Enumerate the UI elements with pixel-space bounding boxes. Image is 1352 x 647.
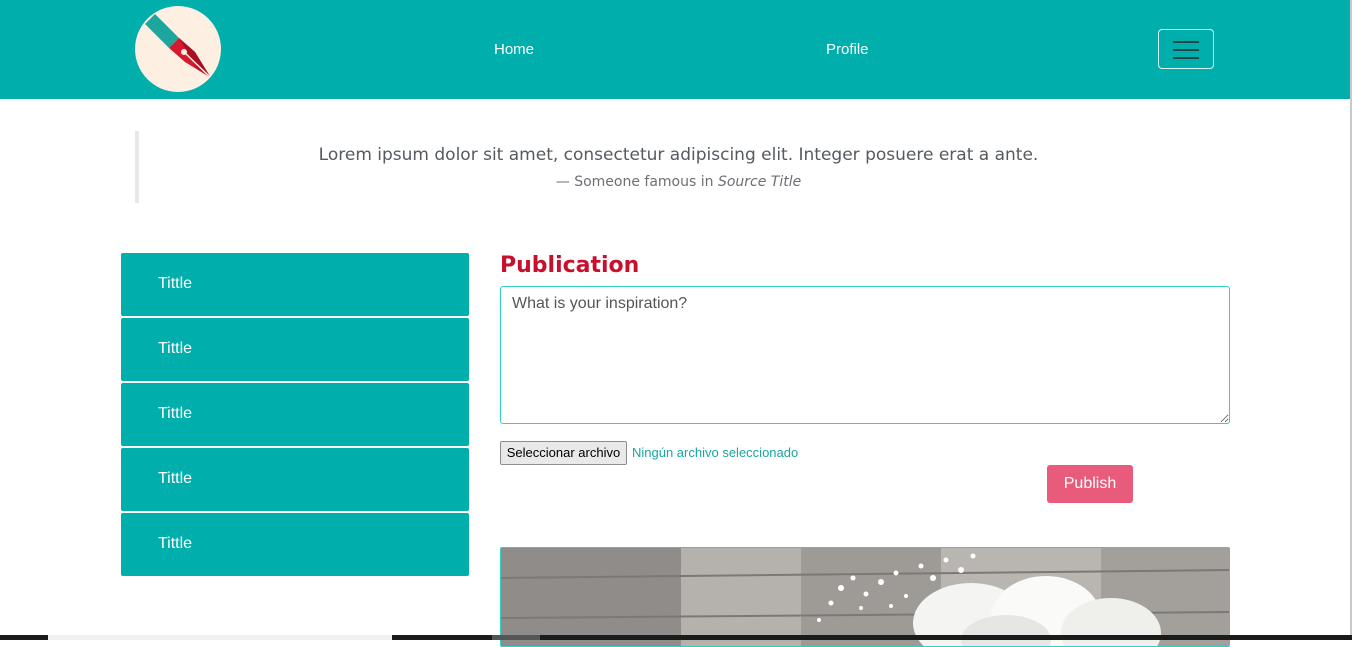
hamburger-menu-icon: [1173, 57, 1199, 59]
menu-toggle-button[interactable]: [1158, 29, 1214, 69]
nav-profile-link[interactable]: Profile: [826, 40, 869, 60]
white-roses-photo: [501, 548, 1229, 646]
file-status-text: Ningún archivo seleccionado: [632, 445, 799, 460]
blockquote: Lorem ipsum dolor sit amet, consectetur …: [135, 131, 1218, 203]
hamburger-menu-icon: [1173, 41, 1199, 43]
select-file-button[interactable]: Seleccionar archivo: [500, 441, 627, 465]
sidebar-item-label: Tittle: [158, 275, 193, 292]
taskbar-segment: [48, 635, 392, 640]
publication-textarea[interactable]: [500, 286, 1230, 424]
nav-home-link[interactable]: Home: [494, 40, 534, 60]
sidebar-item[interactable]: Tittle: [121, 448, 469, 511]
top-navbar: Home Profile: [0, 0, 1350, 99]
hamburger-menu-icon: [1173, 49, 1199, 51]
quote-attribution: — Someone famous in: [555, 174, 718, 190]
taskbar-segment: [492, 635, 540, 640]
sidebar-item[interactable]: Tittle: [121, 318, 469, 381]
post-card: [500, 547, 1230, 647]
sidebar-item-label: Tittle: [158, 470, 193, 487]
publish-button[interactable]: Publish: [1047, 465, 1133, 503]
sidebar-item[interactable]: Tittle: [121, 513, 469, 576]
sidebar-item[interactable]: Tittle: [121, 383, 469, 446]
sidebar-item-label: Tittle: [158, 535, 193, 552]
sidebar-item[interactable]: Tittle: [121, 253, 469, 316]
quote-text: Lorem ipsum dolor sit amet, consectetur …: [318, 145, 1039, 165]
publication-heading: Publication: [500, 253, 640, 278]
bottom-taskbar-strip: [0, 635, 1352, 640]
sidebar-item-label: Tittle: [158, 340, 193, 357]
quote-footer: — Someone famous in Source Title: [139, 173, 1218, 191]
quote-source: Source Title: [717, 174, 802, 190]
pen-nib-icon[interactable]: [135, 6, 221, 92]
sidebar-item-label: Tittle: [158, 405, 193, 422]
